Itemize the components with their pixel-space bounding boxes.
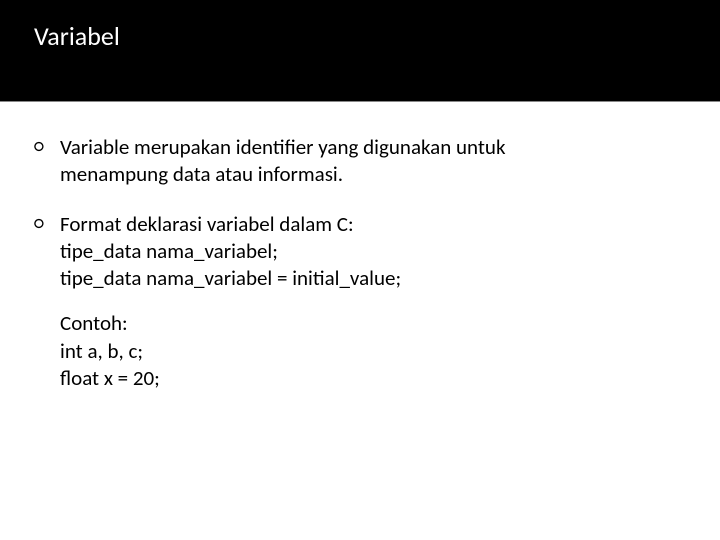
bullet-marker-icon: ○ [34, 211, 60, 393]
slide-header: Variabel [0, 0, 720, 102]
example-line: float x = 20; [60, 365, 666, 392]
bullet-text-line: Format deklarasi variabel dalam C: [60, 211, 666, 238]
bullet-body: Variable merupakan identifier yang digun… [60, 134, 666, 189]
bullet-item: ○ Format deklarasi variabel dalam C: tip… [54, 211, 666, 393]
bullet-text-line: tipe_data nama_variabel; [60, 238, 666, 265]
bullet-marker-icon: ○ [34, 134, 60, 189]
example-block: Contoh: int a, b, c; float x = 20; [60, 310, 666, 392]
example-line: int a, b, c; [60, 338, 666, 365]
bullet-text-line: menampung data atau informasi. [60, 161, 666, 188]
bullet-text-line: Variable merupakan identifier yang digun… [60, 134, 666, 161]
bullet-item: ○ Variable merupakan identifier yang dig… [54, 134, 666, 189]
bullet-body: Format deklarasi variabel dalam C: tipe_… [60, 211, 666, 393]
example-label: Contoh: [60, 310, 666, 337]
slide-title: Variabel [34, 20, 720, 52]
bullet-text-line: tipe_data nama_variabel = initial_value; [60, 265, 666, 292]
slide-content: ○ Variable merupakan identifier yang dig… [0, 102, 720, 392]
